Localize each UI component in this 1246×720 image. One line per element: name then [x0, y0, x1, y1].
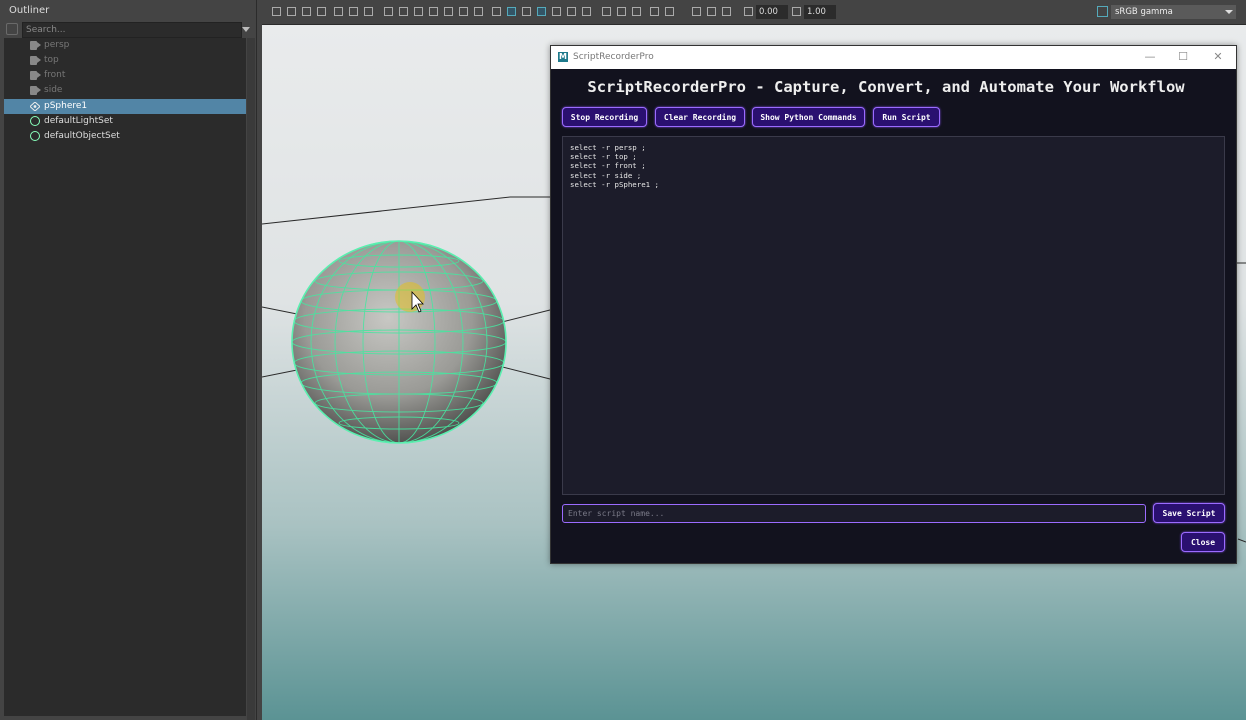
window-title: ScriptRecorderPro	[573, 52, 654, 62]
recorded-script-textarea[interactable]: select -r persp ; select -r top ; select…	[562, 136, 1225, 495]
stop-recording-button[interactable]: Stop Recording	[562, 107, 647, 127]
grid-icon[interactable]	[384, 7, 393, 16]
outliner-item-defaultobjectset[interactable]: defaultObjectSet	[4, 129, 246, 144]
outliner-item-side[interactable]: side	[4, 83, 246, 98]
wireframe-icon[interactable]	[492, 7, 501, 16]
outliner-item-psphere1[interactable]: pSphere1	[4, 99, 246, 114]
exposure-value[interactable]: 0.00	[756, 5, 788, 19]
maya-app-icon: M	[558, 52, 568, 62]
outliner-scrollbar[interactable]	[247, 38, 255, 720]
resolution-gate-icon[interactable]	[414, 7, 423, 16]
outliner-item-top[interactable]: top	[4, 53, 246, 68]
camera-icon[interactable]	[272, 7, 281, 16]
use-lights-icon[interactable]	[552, 7, 561, 16]
clear-recording-button[interactable]: Clear Recording	[655, 107, 745, 127]
click-highlight	[395, 282, 425, 312]
script-line: select -r top ;	[570, 152, 637, 162]
outliner-item-label: side	[44, 85, 63, 95]
run-script-button[interactable]: Run Script	[873, 107, 940, 127]
script-line: select -r front ;	[570, 161, 646, 171]
script-recorder-window: M ScriptRecorderPro — ☐ ✕ ScriptRecorder…	[550, 45, 1237, 564]
anti-aliasing-icon[interactable]	[617, 7, 626, 16]
safe-action-icon[interactable]	[459, 7, 468, 16]
field-chart-icon[interactable]	[444, 7, 453, 16]
script-line: select -r side ;	[570, 170, 642, 180]
safe-title-icon[interactable]	[474, 7, 483, 16]
outliner-item-label: front	[44, 70, 66, 80]
show-python-commands-button[interactable]: Show Python Commands	[752, 107, 865, 127]
depth-of-field-icon[interactable]	[632, 7, 641, 16]
script-line: select -r pSphere1 ;	[570, 179, 659, 189]
camera-attributes-icon[interactable]	[287, 7, 296, 16]
pencil-icon[interactable]	[364, 7, 373, 16]
smooth-shade-icon[interactable]	[507, 7, 516, 16]
colorspace-label: sRGB gamma	[1115, 7, 1173, 17]
outliner-item-defaultlightset[interactable]: defaultLightSet	[4, 114, 246, 129]
camera-icon	[30, 56, 41, 65]
ambient-occlusion-icon[interactable]	[582, 7, 591, 16]
xray-joints-icon[interactable]	[692, 7, 701, 16]
viewport-toolbar: 0.00 1.00 sRGB gamma	[262, 0, 1246, 25]
outliner-list: persp top front side pSphere1 defaultLig…	[4, 38, 246, 716]
maximize-icon[interactable]: ☐	[1168, 46, 1198, 69]
textured-icon[interactable]	[537, 7, 546, 16]
outliner-item-label: persp	[44, 40, 70, 50]
exposure-icon[interactable]	[744, 7, 753, 16]
window-titlebar[interactable]: M ScriptRecorderPro — ☐ ✕	[551, 46, 1236, 69]
outliner-item-label: pSphere1	[44, 101, 88, 111]
close-button[interactable]: Close	[1181, 532, 1225, 552]
gamma-value[interactable]: 1.00	[804, 5, 836, 19]
script-name-input[interactable]	[562, 504, 1146, 523]
page-title: ScriptRecorderPro - Capture, Convert, an…	[587, 78, 1185, 96]
outliner-item-persp[interactable]: persp	[4, 38, 246, 53]
camera-icon	[30, 71, 41, 80]
camera-icon	[30, 86, 41, 95]
film-gate-icon[interactable]	[399, 7, 408, 16]
xray-active-icon[interactable]	[707, 7, 716, 16]
wireframe-on-shaded-icon[interactable]	[522, 7, 531, 16]
filter-icon[interactable]	[6, 23, 18, 35]
outliner-title: Outliner	[9, 5, 50, 16]
isolate-select-icon[interactable]	[650, 7, 659, 16]
grease-pencil-icon[interactable]	[334, 7, 343, 16]
outliner-panel: Outliner persp top front side pSphere1	[0, 0, 257, 720]
outliner-item-label: defaultLightSet	[44, 116, 113, 126]
outliner-search-input[interactable]	[22, 22, 242, 38]
bookmark-icon[interactable]	[302, 7, 311, 16]
chevron-down-icon	[1225, 10, 1233, 14]
set-icon	[30, 131, 40, 141]
colorspace-dropdown[interactable]: sRGB gamma	[1111, 5, 1236, 19]
x-ray-icon[interactable]	[665, 7, 674, 16]
outliner-item-label: top	[44, 55, 59, 65]
minimize-icon[interactable]: —	[1135, 46, 1165, 69]
save-script-button[interactable]: Save Script	[1153, 503, 1225, 523]
mesh-icon	[29, 101, 41, 112]
close-icon[interactable]: ✕	[1203, 46, 1233, 69]
2d-pan-icon[interactable]	[349, 7, 358, 16]
gate-mask-icon[interactable]	[429, 7, 438, 16]
outliner-search-row	[4, 22, 254, 38]
outliner-item-front[interactable]: front	[4, 68, 246, 83]
chevron-down-icon[interactable]	[242, 27, 250, 32]
shadows-icon[interactable]	[567, 7, 576, 16]
motion-blur-icon[interactable]	[602, 7, 611, 16]
gamma-icon[interactable]	[792, 7, 801, 16]
camera-icon	[30, 41, 41, 50]
backface-culling-icon[interactable]	[722, 7, 731, 16]
script-line: select -r persp ;	[570, 143, 646, 152]
image-plane-icon[interactable]	[317, 7, 326, 16]
color-management-icon[interactable]	[1097, 6, 1108, 17]
psphere1-mesh[interactable]	[291, 240, 507, 444]
set-icon	[30, 116, 40, 126]
outliner-item-label: defaultObjectSet	[44, 131, 120, 141]
